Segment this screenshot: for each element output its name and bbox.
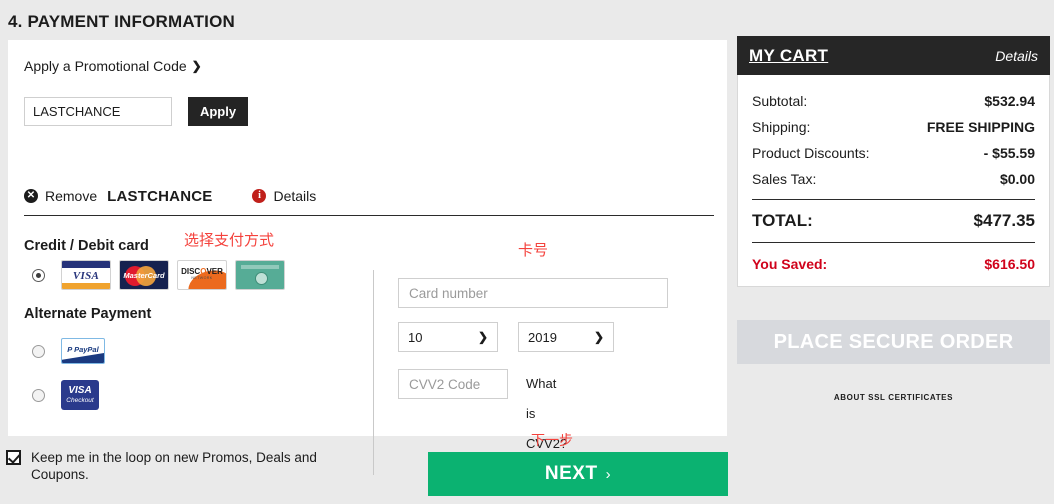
cart-row: Sales Tax: $0.00 [752,166,1035,192]
promo-code-input[interactable] [24,97,172,126]
coupon-details-link[interactable]: Details [273,188,316,204]
column-divider [373,270,374,475]
cart-row-value: $532.94 [984,93,1035,109]
radio-visa-checkout[interactable] [32,388,45,402]
alternate-payment-section-title: Alternate Payment [24,306,152,322]
card-number-input[interactable] [398,278,668,308]
optin-label: Keep me in the loop on new Promos, Deals… [31,450,317,482]
cart-details-link[interactable]: Details [995,48,1038,64]
cart-row: Shipping: FREE SHIPPING [752,114,1035,140]
expiry-month-value: 10 [408,329,423,345]
cart-row-value: FREE SHIPPING [926,119,1035,135]
cvv-input[interactable] [398,369,508,399]
cart-row-label: Shipping: [752,119,811,135]
credit-card-option-row[interactable]: VISA MasterCard DISCOVER NETWORK [24,260,364,290]
discover-icon: DISCOVER NETWORK [177,260,227,290]
cart-total-row: TOTAL: $477.35 [752,207,1035,235]
next-button[interactable]: NEXT › [428,452,728,496]
cart-row-value: - $55.59 [983,145,1035,161]
chevron-down-icon: ❯ [191,59,202,73]
paypal-icon: P PayPal [61,338,105,364]
amex-icon [235,260,285,290]
applied-coupon-row: ✕ Remove LASTCHANCE i Details [24,185,316,207]
apply-promo-button[interactable]: Apply [188,97,248,126]
cart-saved-label: You Saved: [752,256,828,272]
page-title: 4. PAYMENT INFORMATION [8,12,235,31]
visa-checkout-icon: VISA Checkout [61,380,99,410]
annotation-card-number: 卡号 [518,241,549,259]
cart-body: Subtotal: $532.94 Shipping: FREE SHIPPIN… [737,75,1050,287]
coupon-divider [24,215,714,216]
cart-title[interactable]: MY CART [749,46,828,66]
paypal-option-row[interactable]: P PayPal [24,330,364,372]
mastercard-icon: MasterCard [119,260,169,290]
next-button-label: NEXT [544,463,598,484]
expiry-year-value: 2019 [528,329,557,345]
cart-summary: MY CART Details Subtotal: $532.94 Shippi… [737,36,1050,287]
cart-saved-row: You Saved: $616.50 [752,250,1035,272]
info-circle-icon[interactable]: i [252,189,267,203]
payment-method-column: Credit / Debit card VISA MasterCard DISC… [24,238,364,418]
cart-saved-value: $616.50 [984,256,1035,272]
annotation-select-payment: 选择支付方式 [184,231,275,249]
radio-paypal[interactable] [32,344,45,358]
cart-divider [752,242,1035,243]
cart-row: Product Discounts: - $55.59 [752,140,1035,166]
promo-code-toggle-label: Apply a Promotional Code [24,58,187,74]
cart-total-value: $477.35 [973,211,1035,230]
cart-row-label: Product Discounts: [752,145,870,161]
applied-coupon-code: LASTCHANCE [107,187,213,205]
cart-row-label: Subtotal: [752,93,808,109]
cart-row-label: Sales Tax: [752,171,817,187]
visa-icon: VISA [61,260,111,290]
promo-code-toggle[interactable]: Apply a Promotional Code ❯ [24,58,202,74]
expiry-year-select[interactable]: 2019 ❯ [518,322,614,352]
radio-credit-card[interactable] [32,268,45,282]
remove-circle-icon[interactable]: ✕ [24,189,38,203]
chevron-down-icon: ❯ [593,330,604,344]
place-secure-order-button[interactable]: PLACE SECURE ORDER [737,320,1050,364]
payment-panel: Apply a Promotional Code ❯ Apply ✕ Remove… [8,40,727,475]
about-ssl-certificates-link[interactable]: ABOUT SSL CERTIFICATES [737,393,1050,402]
cart-row: Subtotal: $532.94 [752,88,1035,114]
optin-checkbox[interactable] [6,450,21,465]
chevron-right-icon: › [605,466,612,483]
chevron-down-icon: ❯ [477,330,488,344]
annotation-next-step: 下一步 [531,433,573,449]
marketing-optin[interactable]: Keep me in the loop on new Promos, Deals… [6,449,336,483]
cart-total-label: TOTAL: [752,211,813,230]
cart-divider [752,199,1035,200]
expiry-month-select[interactable]: 10 ❯ [398,322,498,352]
cart-row-value: $0.00 [999,171,1035,187]
credit-card-logos: VISA MasterCard DISCOVER NETWORK [61,260,285,290]
cart-header: MY CART Details [737,36,1050,75]
visa-checkout-option-row[interactable]: VISA Checkout [24,372,364,418]
what-is-cvv2-link[interactable]: What is CVV2? [526,369,567,451]
remove-coupon-label[interactable]: Remove [45,188,97,204]
